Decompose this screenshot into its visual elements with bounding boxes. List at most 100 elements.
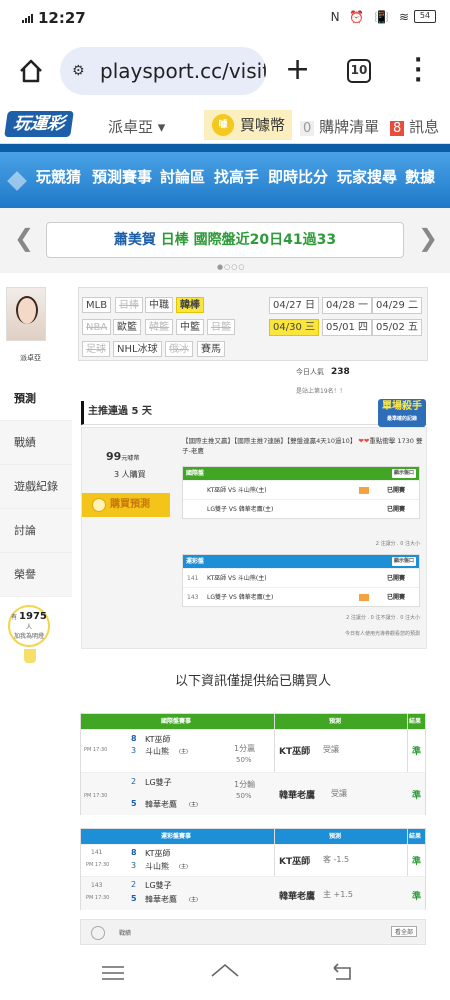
profile-tab-games[interactable]: 遊戲紀錄 xyxy=(0,465,72,509)
table-row: PM 17:30 8 KT巫師 3 斗山熊 (主) 1分贏 50% KT巫師 受… xyxy=(81,729,425,772)
nav-item-experts[interactable]: 找高手 xyxy=(214,166,259,187)
record-label: 戰績 xyxy=(119,930,132,937)
home-icon[interactable] xyxy=(210,962,240,982)
message-count: 8 xyxy=(390,121,405,136)
date-chip[interactable]: 05/02 五 xyxy=(372,319,423,336)
table-row: 141 PM 17:30 8 KT巫師 3 斗山熊 (主) KT巫師 客 -1.… xyxy=(81,844,425,876)
profile-tab-predict[interactable]: 預測 xyxy=(0,377,72,421)
date-chip[interactable]: 05/01 四 xyxy=(322,319,373,336)
nav-bullet-icon xyxy=(7,171,27,191)
ticker-pager: ●○○○ xyxy=(217,263,246,271)
buyer-count: 3 人購買 xyxy=(114,470,146,479)
battery-icon: 54 xyxy=(414,10,436,23)
recent-apps-icon[interactable] xyxy=(100,965,126,981)
record-section: 戰績 看全部 xyxy=(80,919,426,945)
league-chip-selected[interactable]: 韓棒 xyxy=(176,297,204,313)
intl-table: 國際盤 顯示盤口 KT巫師 VS 斗山熊(主) 已開賽 LG雙子 VS 韓華老鷹(主… xyxy=(182,466,420,519)
table-row: 143 LG雙子 VS 韓華老鷹(主) 已開賽 xyxy=(183,587,419,606)
back-icon[interactable] xyxy=(330,962,354,982)
tab-switcher-button[interactable]: 10 xyxy=(347,59,371,83)
new-tab-button[interactable]: + xyxy=(285,52,310,87)
status-bar: 12:27 N ⏰ 📳 ≋ 54 xyxy=(0,0,450,36)
lottery-header: 運彩盤 顯示盤口 xyxy=(183,555,419,568)
bulb-icon xyxy=(24,649,36,663)
date-chip[interactable]: 04/29 二 xyxy=(372,297,423,314)
target-icon xyxy=(91,926,105,940)
league-chip[interactable]: 中職 xyxy=(145,297,173,313)
home-icon[interactable] xyxy=(18,58,44,84)
cart-label: 購牌清單 xyxy=(319,118,380,136)
nav-item-live[interactable]: 即時比分 xyxy=(268,166,328,187)
intl-header: 國際盤 顯示盤口 xyxy=(183,467,419,480)
buy-coins-button[interactable]: 噱 買噱幣 xyxy=(204,110,292,140)
show-odds-button[interactable]: 顯示盤口 xyxy=(391,469,416,478)
nav-item-players[interactable]: 玩家搜尋 xyxy=(337,166,397,187)
site-header: 玩運彩 派卓亞 ▾ 噱 買噱幣 0 購牌清單 8 訊息 xyxy=(0,106,450,144)
league-filter: MLB 日棒 中職 韓棒 NBA 歐籃 韓籃 中籃 日籃 足球 NHL冰球 俄冰… xyxy=(78,287,428,361)
league-chip: 足球 xyxy=(82,341,110,357)
menu-icon[interactable]: · · · xyxy=(414,50,422,92)
nav-item-forum[interactable]: 討論區 xyxy=(160,166,205,187)
nav-item-predict[interactable]: 預測賽事 xyxy=(92,166,152,187)
intl-footnote: 2 注讓分 . 0 注大小 xyxy=(375,541,420,547)
profile-tab-record[interactable]: 戰績 xyxy=(0,421,72,465)
recommend-streak: 主推連過 5 天 單場殺手 最準確的記錄 xyxy=(81,399,427,427)
lottery-table: 運彩盤 顯示盤口 141 KT巫師 VS 斗山熊(主) 已開賽 143 LG雙子 VS … xyxy=(182,554,420,607)
league-chip[interactable]: 中籃 xyxy=(176,319,204,335)
date-chip-selected[interactable]: 04/30 三 xyxy=(269,319,320,336)
site-settings-icon[interactable]: ⚙ xyxy=(72,63,85,79)
table-row: 141 KT巫師 VS 斗山熊(主) 已開賽 xyxy=(183,568,419,587)
fans-count: 1975 xyxy=(19,611,47,622)
fans-sub: 加我為明燈 xyxy=(13,633,44,640)
league-chip[interactable]: MLB xyxy=(82,297,112,313)
nav-item-data[interactable]: 數據 xyxy=(405,166,435,187)
clock: 12:27 xyxy=(38,9,86,27)
coin-icon xyxy=(92,498,106,512)
result-win: 準 xyxy=(412,747,422,757)
prediction-note: 【國際主推又贏】【國際主推7連勝】【雙盤連贏4天10過10】 ❤❤重點衝擊 17… xyxy=(182,437,423,455)
messages-link[interactable]: 8 訊息 xyxy=(390,116,439,137)
lottery-footnote: 2 注讓分 . 0 注不讓分 . 0 注大小 xyxy=(346,615,420,621)
url-text: playsport.cc/visit xyxy=(100,59,266,83)
table-row: KT巫師 VS 斗山熊(主) 已開賽 xyxy=(183,480,419,499)
ticker-item[interactable]: 蕭美賀 日棒 國際盤近20日41過33 xyxy=(46,222,404,258)
league-chip[interactable]: NHL冰球 xyxy=(113,341,162,357)
league-chip[interactable]: 歐籃 xyxy=(113,319,141,335)
lottery-result-table: 運彩盤賽事 預測 結果 141 PM 17:30 8 KT巫師 3 斗山熊 (主… xyxy=(80,828,426,910)
buy-prediction-button[interactable]: 購買預測 xyxy=(82,493,170,517)
result-win: 準 xyxy=(412,892,422,902)
buy-coins-label: 買噱幣 xyxy=(240,116,286,134)
view-all-button[interactable]: 看全部 xyxy=(390,926,417,937)
ticker-prev-icon[interactable]: ❮ xyxy=(14,224,34,252)
site-logo[interactable]: 玩運彩 xyxy=(4,111,74,137)
popularity-value: 238 xyxy=(331,367,350,377)
profile-sidebar: 派卓亞 預測 戰績 遊戲紀錄 討論 榮譽 有 1975 人 加我為明燈 xyxy=(0,287,72,1000)
show-odds-button[interactable]: 顯示盤口 xyxy=(391,557,416,566)
date-chip[interactable]: 04/27 日 xyxy=(269,297,320,314)
result-win: 準 xyxy=(412,791,422,801)
heart-icon: ❤❤ xyxy=(358,437,370,445)
popularity-rank: 是站上第19名！！ xyxy=(296,388,346,395)
lottery-footnote-2: 今日有人使用光導券觀看您的預測 xyxy=(344,631,420,637)
profile-tab-discuss[interactable]: 討論 xyxy=(0,509,72,553)
league-chip: 日籃 xyxy=(207,319,235,335)
cart-link[interactable]: 0 購牌清單 xyxy=(300,116,379,137)
table-row: LG雙子 VS 韓華老鷹(主) 已開賽 xyxy=(183,499,419,518)
ticker-name: 蕭美賀 xyxy=(113,232,156,248)
price: 99元噱幣 xyxy=(106,450,140,463)
intl-result-table: 國際盤賽事 預測 結果 PM 17:30 8 KT巫師 3 斗山熊 (主) 1分… xyxy=(80,713,426,815)
result-win: 準 xyxy=(412,857,422,867)
url-field[interactable]: playsport.cc/visit xyxy=(60,47,266,95)
avatar[interactable] xyxy=(6,287,46,341)
ticker-next-icon[interactable]: ❯ xyxy=(418,224,438,252)
league-chip: 韓籃 xyxy=(145,319,173,335)
league-chip[interactable]: 賽馬 xyxy=(197,341,225,357)
coin-icon: 噱 xyxy=(212,114,234,136)
date-chip[interactable]: 04/28 一 xyxy=(322,297,373,314)
fans-bulb[interactable]: 有 1975 人 加我為明燈 xyxy=(8,605,50,647)
profile-tab-honor[interactable]: 榮譽 xyxy=(0,553,72,597)
table-row: PM 17:30 2 LG雙子 5 韓華老鷹 (主) 1分輸 50% 韓華老鷹 … xyxy=(81,772,425,815)
nav-item-guess[interactable]: 玩競猜 xyxy=(36,166,81,187)
system-nav-bar xyxy=(0,945,450,1000)
user-menu[interactable]: 派卓亞 ▾ xyxy=(108,116,165,137)
